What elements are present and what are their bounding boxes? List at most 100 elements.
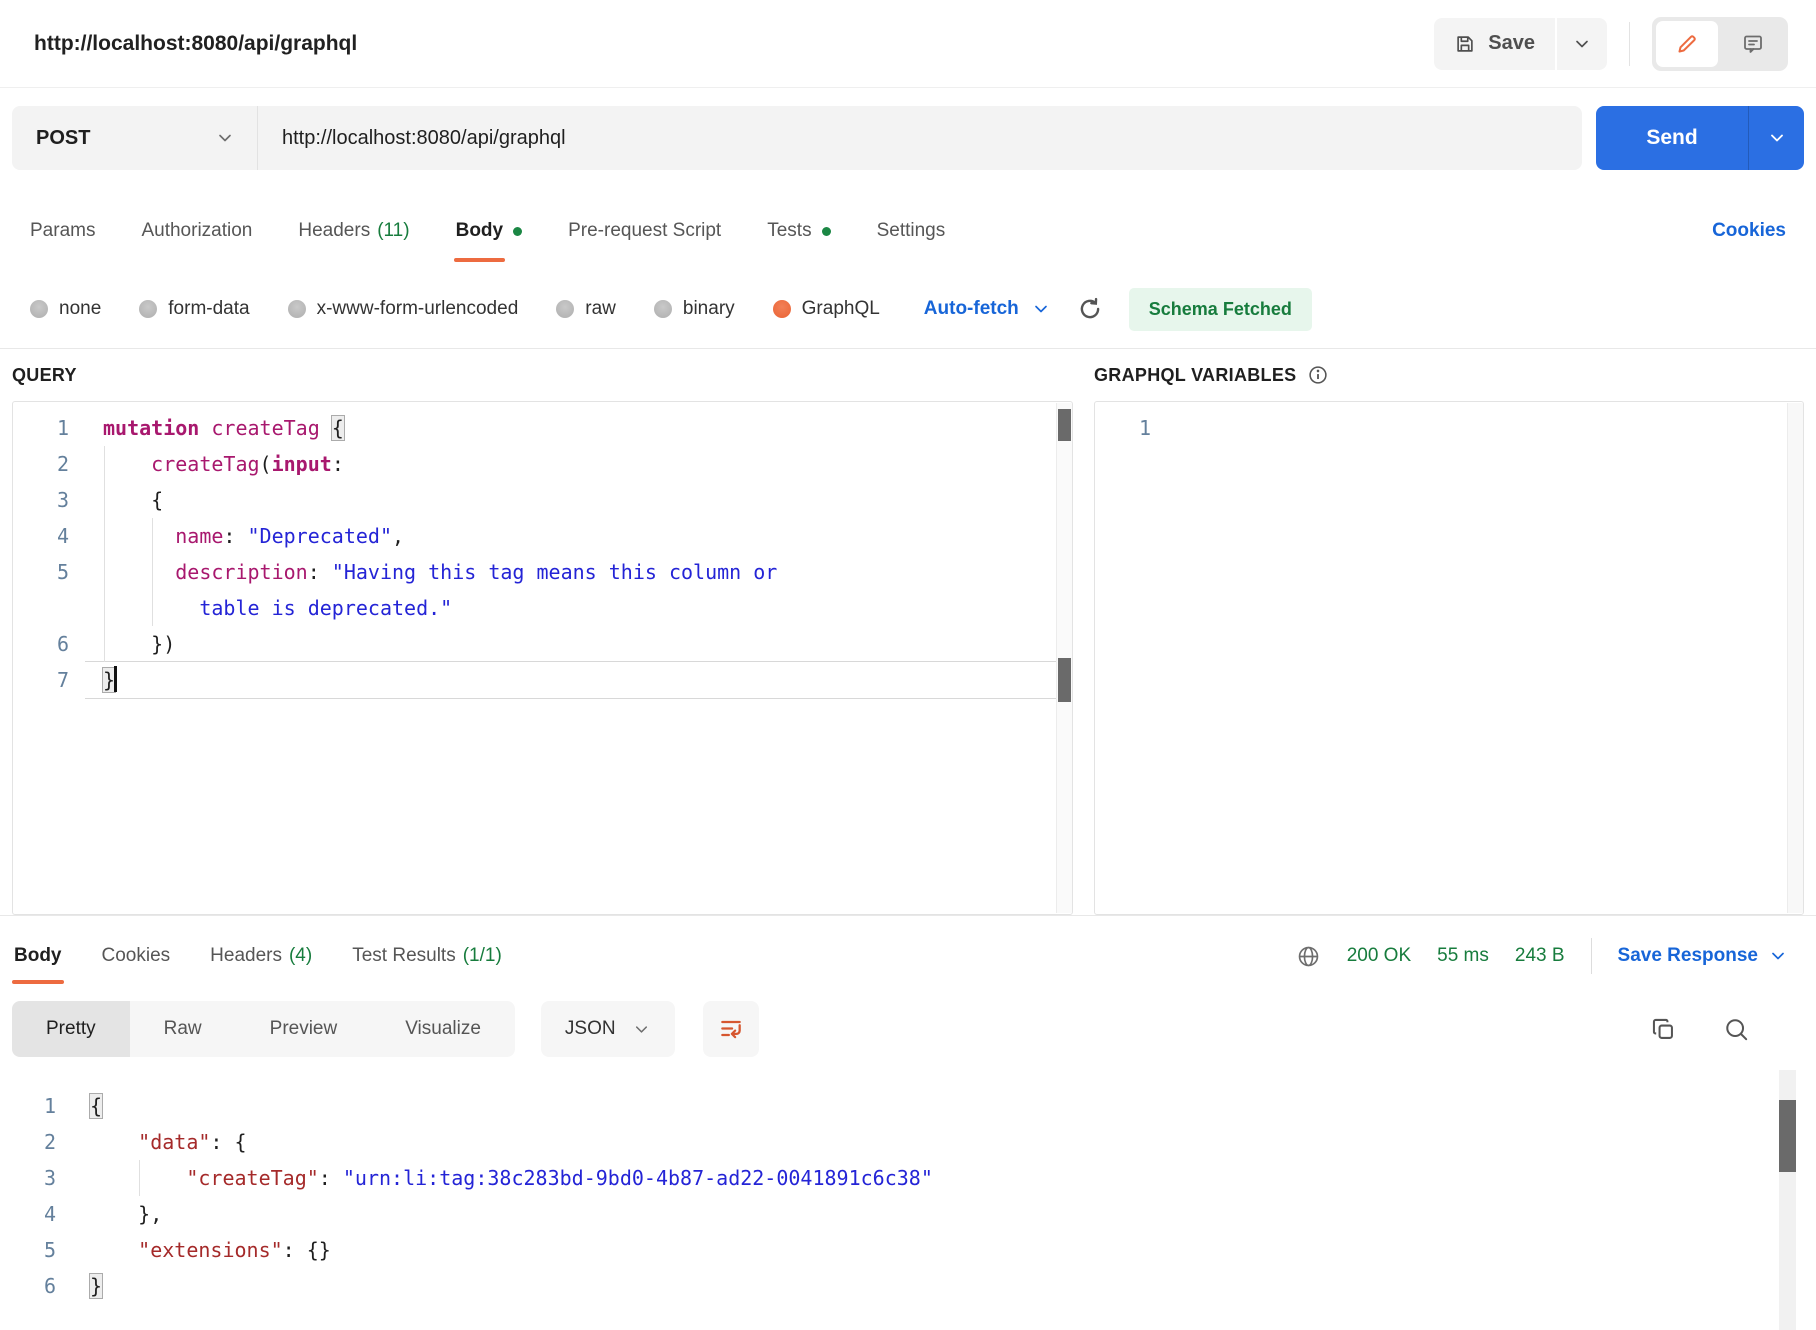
scrollbar-thumb[interactable] — [1779, 1100, 1796, 1172]
radio-icon — [30, 300, 48, 318]
view-tab-preview[interactable]: Preview — [236, 1001, 372, 1057]
body-mode-graphql[interactable]: GraphQL — [773, 298, 880, 320]
line-number: 6 — [0, 1268, 72, 1304]
view-tab-pretty[interactable]: Pretty — [12, 1001, 130, 1057]
edit-mode-button[interactable] — [1656, 21, 1718, 67]
code-line: 7} — [13, 662, 1072, 698]
request-tab-settings[interactable]: Settings — [877, 220, 946, 242]
body-mode-label: none — [59, 298, 101, 320]
code-text: createTag(input: — [85, 446, 1072, 482]
tab-label: Tests — [767, 220, 811, 242]
response-size[interactable]: 243 B — [1515, 945, 1565, 967]
query-editor[interactable]: 1mutation createTag {2 createTag(input:3… — [12, 401, 1073, 915]
line-number: 1 — [0, 1088, 72, 1124]
comments-button[interactable] — [1722, 21, 1784, 67]
refresh-icon — [1077, 296, 1103, 322]
radio-icon — [556, 300, 574, 318]
response-tabs: Body Cookies Headers (4) Test Results(1/1) — [14, 916, 502, 996]
graphql-editors: QUERY 1mutation createTag {2 createTag(i… — [12, 349, 1804, 915]
response-tab-test-results[interactable]: Test Results(1/1) — [352, 945, 502, 967]
cookies-link[interactable]: Cookies — [1712, 220, 1786, 242]
save-response-label: Save Response — [1618, 945, 1758, 967]
response-toolbar: PrettyRawPreviewVisualize JSON — [0, 996, 1816, 1062]
request-tab-headers[interactable]: Headers(11) — [298, 220, 409, 242]
response-scrollbar[interactable] — [1779, 1070, 1796, 1330]
line-number: 3 — [0, 1160, 72, 1196]
code-line: 5 description: "Having this tag means th… — [13, 554, 1072, 590]
view-tab-raw[interactable]: Raw — [130, 1001, 236, 1057]
refresh-schema-button[interactable] — [1077, 296, 1103, 322]
body-mode-label: binary — [683, 298, 735, 320]
code-line: 4 }, — [0, 1196, 1816, 1232]
radio-icon — [773, 300, 791, 318]
save-icon — [1454, 33, 1476, 55]
response-tab-headers[interactable]: Headers (4) — [210, 945, 312, 967]
request-tab-body[interactable]: Body — [456, 220, 523, 242]
tab-label: Body — [14, 945, 62, 967]
save-response-dropdown[interactable]: Save Response — [1618, 945, 1788, 967]
code-line: 6} — [0, 1268, 1816, 1304]
auto-fetch-dropdown[interactable]: Auto-fetch — [924, 298, 1051, 320]
tab-count-badge: (4) — [289, 945, 312, 967]
response-tab-body[interactable]: Body — [14, 945, 62, 967]
tab-label: Headers — [210, 945, 282, 967]
code-line: 1 — [1095, 410, 1803, 446]
response-body-viewer[interactable]: 1{2 "data": {3 "createTag": "urn:li:tag:… — [0, 1062, 1816, 1330]
save-button-label: Save — [1488, 32, 1535, 55]
tab-count-badge: (11) — [377, 220, 409, 242]
method-selector[interactable]: POST — [12, 106, 257, 170]
url-input[interactable] — [258, 106, 1582, 170]
send-options-button[interactable] — [1748, 106, 1804, 170]
variables-editor-scrollbar[interactable] — [1787, 403, 1803, 913]
body-mode-binary[interactable]: binary — [654, 298, 735, 320]
scrollbar-thumb[interactable] — [1058, 409, 1071, 441]
view-tab-visualize[interactable]: Visualize — [371, 1001, 515, 1057]
method-url-bar: POST — [12, 106, 1582, 170]
query-panel: QUERY 1mutation createTag {2 createTag(i… — [12, 349, 1073, 915]
format-selector-label: JSON — [565, 1018, 616, 1040]
request-url-row: POST Send — [0, 88, 1816, 192]
request-tab-authorization[interactable]: Authorization — [141, 220, 252, 242]
network-globe-icon[interactable] — [1296, 944, 1321, 969]
copy-response-button[interactable] — [1650, 1016, 1677, 1043]
chevron-down-icon — [1031, 299, 1051, 319]
tab-label: Authorization — [141, 220, 252, 242]
body-mode-label: x-www-form-urlencoded — [317, 298, 519, 320]
request-tab-pre-request-script[interactable]: Pre-request Script — [568, 220, 721, 242]
request-tab-params[interactable]: Params — [30, 220, 95, 242]
code-line: 1mutation createTag { — [13, 410, 1072, 446]
chevron-down-icon — [1572, 34, 1592, 54]
info-icon[interactable] — [1307, 364, 1329, 386]
save-options-button[interactable] — [1557, 18, 1607, 70]
response-status[interactable]: 200 OK — [1347, 945, 1411, 967]
body-mode-raw[interactable]: raw — [556, 298, 616, 320]
request-tab-tests[interactable]: Tests — [767, 220, 830, 242]
variables-panel: GRAPHQL VARIABLES 1 — [1094, 349, 1804, 915]
body-mode-none[interactable]: none — [30, 298, 101, 320]
response-tab-cookies[interactable]: Cookies — [102, 945, 171, 967]
format-selector[interactable]: JSON — [541, 1001, 675, 1057]
save-button[interactable]: Save — [1434, 18, 1555, 70]
line-number: 2 — [13, 446, 85, 482]
auto-fetch-label: Auto-fetch — [924, 298, 1019, 320]
response-view-tabs: PrettyRawPreviewVisualize — [12, 1001, 515, 1057]
wrap-lines-button[interactable] — [703, 1001, 759, 1057]
line-number: 2 — [0, 1124, 72, 1160]
variables-editor[interactable]: 1 — [1094, 401, 1804, 915]
line-number: 1 — [1095, 410, 1167, 446]
query-editor-scrollbar[interactable] — [1056, 403, 1072, 913]
indent-guide — [152, 518, 153, 626]
body-mode-row: none form-data x-www-form-urlencoded raw bin… — [0, 270, 1816, 348]
tab-label: Body — [456, 220, 504, 242]
code-text: } — [72, 1268, 1816, 1304]
body-mode-label: raw — [585, 298, 616, 320]
search-response-button[interactable] — [1723, 1016, 1750, 1043]
send-button[interactable]: Send — [1596, 106, 1748, 170]
meta-divider — [1591, 938, 1592, 974]
response-time[interactable]: 55 ms — [1437, 945, 1489, 967]
wrap-lines-icon — [718, 1016, 744, 1042]
code-line: 6 }) — [13, 626, 1072, 662]
body-mode-form-data[interactable]: form-data — [139, 298, 249, 320]
method-label: POST — [36, 127, 90, 150]
body-mode-x-www-form-urlencoded[interactable]: x-www-form-urlencoded — [288, 298, 519, 320]
